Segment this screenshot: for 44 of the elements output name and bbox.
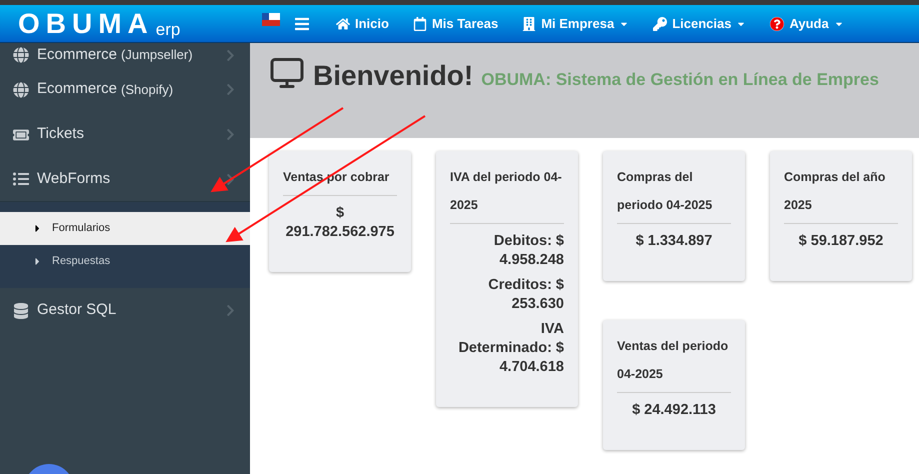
calendar-icon [412, 16, 427, 30]
flag-icon[interactable] [262, 13, 280, 26]
menu-icon[interactable] [294, 16, 310, 32]
database-icon [13, 302, 29, 318]
nav-link[interactable]: Licencias [653, 14, 746, 34]
card-value: Debitos: $ 4.958.248 [492, 232, 564, 270]
page-subtitle: OBUMA: Sistema de Gestión en Línea de Empres [481, 69, 879, 91]
list-icon [13, 171, 29, 187]
submenu-item[interactable]: Respuestas [0, 245, 250, 278]
building-icon [522, 16, 536, 30]
nav-link[interactable]: Mi Empresa [522, 14, 630, 34]
logo[interactable]: OBUMA [18, 10, 154, 38]
help-icon [770, 16, 784, 30]
chevron-icon [224, 48, 237, 62]
card-title: Compras del año 2025 [784, 163, 898, 224]
card-value: $ 59.187.952 [798, 232, 884, 251]
key-icon [653, 16, 668, 30]
ticket-icon [13, 126, 29, 142]
logo-suffix: erp [156, 20, 180, 38]
globe-icon [13, 47, 29, 63]
nav-link[interactable]: Ayuda [770, 14, 844, 34]
monitor-icon [269, 55, 305, 91]
card-value: Creditos: $ 253.630 [487, 276, 564, 314]
chevron-icon [224, 304, 237, 317]
card-value: $ 1.334.897 [634, 232, 714, 251]
nav-link[interactable]: Mis Tareas [412, 14, 498, 34]
card-value: IVA Determinado: $ 4.704.618 [457, 320, 564, 377]
chevron-icon [224, 83, 237, 96]
sidebar-item[interactable]: Ecommerce (Shopify) [0, 67, 250, 112]
chevron-icon [224, 128, 237, 141]
card-title: Ventas del periodo 04-2025 [617, 332, 731, 393]
card-title: IVA del periodo 04-2025 [450, 163, 564, 224]
globe-icon [13, 82, 29, 98]
card-value: $ 24.492.113 [631, 401, 717, 420]
card-value: $ 291.782.562.975 [284, 204, 396, 242]
card-title: Compras del periodo 04-2025 [617, 163, 731, 224]
page-title: Bienvenido! [313, 59, 474, 93]
sidebar-item[interactable]: Ecommerce (Jumpseller) [0, 43, 250, 67]
submenu-item[interactable]: Formularios [0, 212, 250, 245]
home-icon [336, 16, 350, 30]
sidebar-item[interactable]: Gestor SQL [0, 288, 250, 333]
sidebar-item[interactable]: Tickets [0, 112, 250, 157]
chevron-icon [224, 172, 237, 186]
nav-link[interactable]: Inicio [336, 14, 389, 34]
